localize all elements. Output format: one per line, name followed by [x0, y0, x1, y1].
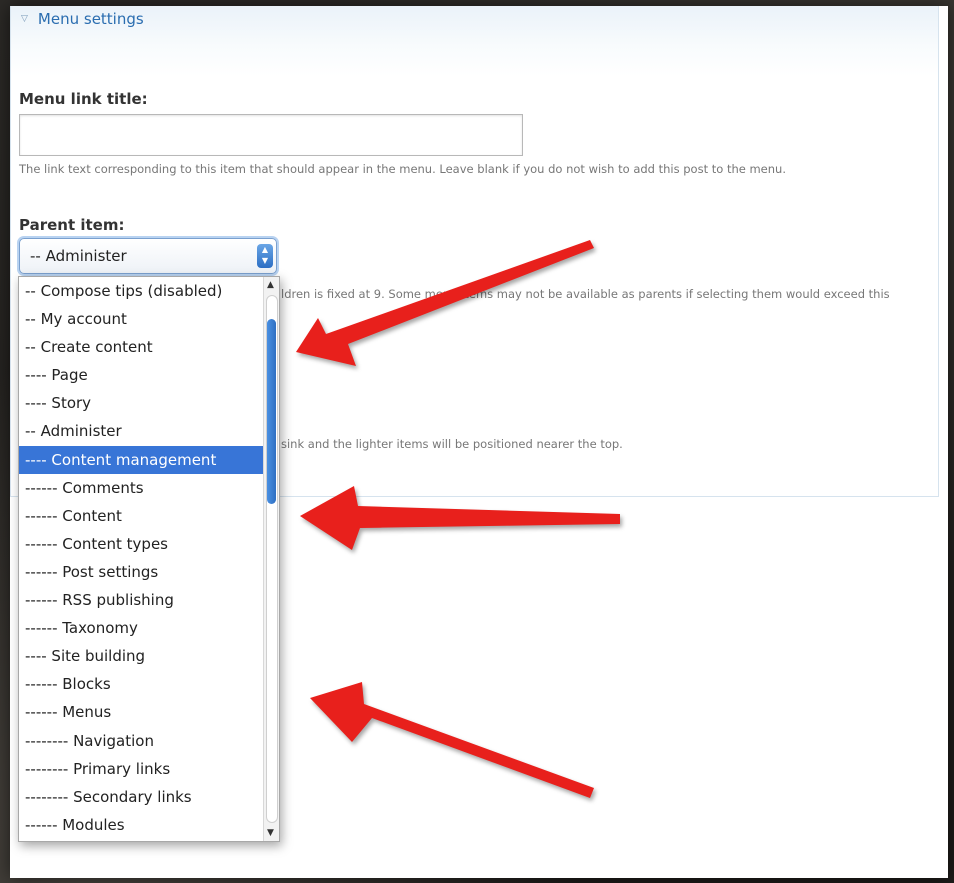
annotation-arrow-icon: [300, 486, 620, 550]
annotation-arrows: [296, 240, 620, 798]
annotation-arrow-icon: [296, 240, 594, 366]
annotation-arrow-icon: [310, 682, 594, 798]
